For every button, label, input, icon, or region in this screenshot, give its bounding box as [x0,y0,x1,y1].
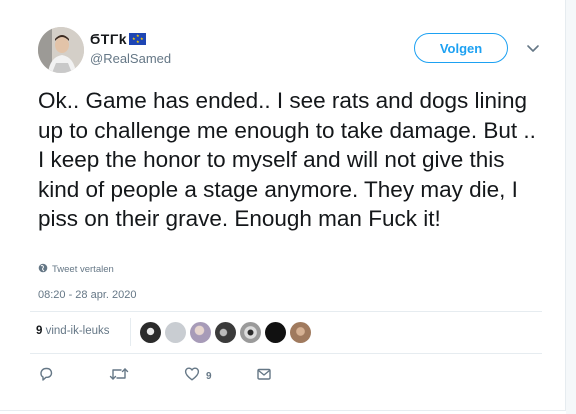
follow-button[interactable]: Volgen [414,33,508,63]
liker-avatar[interactable] [215,322,236,343]
mail-icon [256,366,272,387]
author-handle[interactable]: @RealSamed [90,51,171,66]
liker-avatar[interactable] [240,322,261,343]
divider-bottom [30,353,542,354]
chevron-down-icon[interactable] [526,41,540,59]
retweet-icon [109,366,129,387]
reply-button[interactable] [38,366,54,387]
like-button[interactable]: 9 [184,366,212,387]
like-count: 9 [206,371,212,382]
eu-flag-icon: ★ ★ ★ ★ [129,33,147,45]
likes-number: 9 [36,325,43,337]
liker-avatar[interactable] [190,322,211,343]
retweet-button[interactable] [109,366,129,387]
likes-label: vind-ik-leuks [45,325,110,337]
heart-icon [184,366,200,387]
liker-avatar[interactable] [265,322,286,343]
liker-avatars [140,322,311,343]
translate-label: Tweet vertalen [52,263,114,275]
liker-avatar[interactable] [165,322,186,343]
likes-count[interactable]: 9 vind-ik-leuks [36,325,110,337]
author-name-row[interactable]: ϬΤΓk ★ ★ ★ ★ [90,31,147,47]
display-name[interactable]: ϬΤΓk [90,31,127,47]
direct-message-button[interactable] [256,366,272,387]
reply-icon [38,366,54,387]
likes-separator [130,318,131,346]
avatar[interactable] [38,27,84,73]
translate-tweet-link[interactable]: Tweet vertalen [38,260,114,278]
liker-avatar[interactable] [290,322,311,343]
tweet-card: ϬΤΓk ★ ★ ★ ★ @RealSamed Volgen Ok.. Game… [0,0,566,411]
tweet-text: Ok.. Game has ended.. I see rats and dog… [38,88,536,231]
tweet-timestamp[interactable]: 08:20 - 28 apr. 2020 [38,289,136,301]
globe-icon [38,260,48,278]
liker-avatar[interactable] [140,322,161,343]
scrollbar-track[interactable] [566,0,576,414]
divider-top [30,311,542,312]
